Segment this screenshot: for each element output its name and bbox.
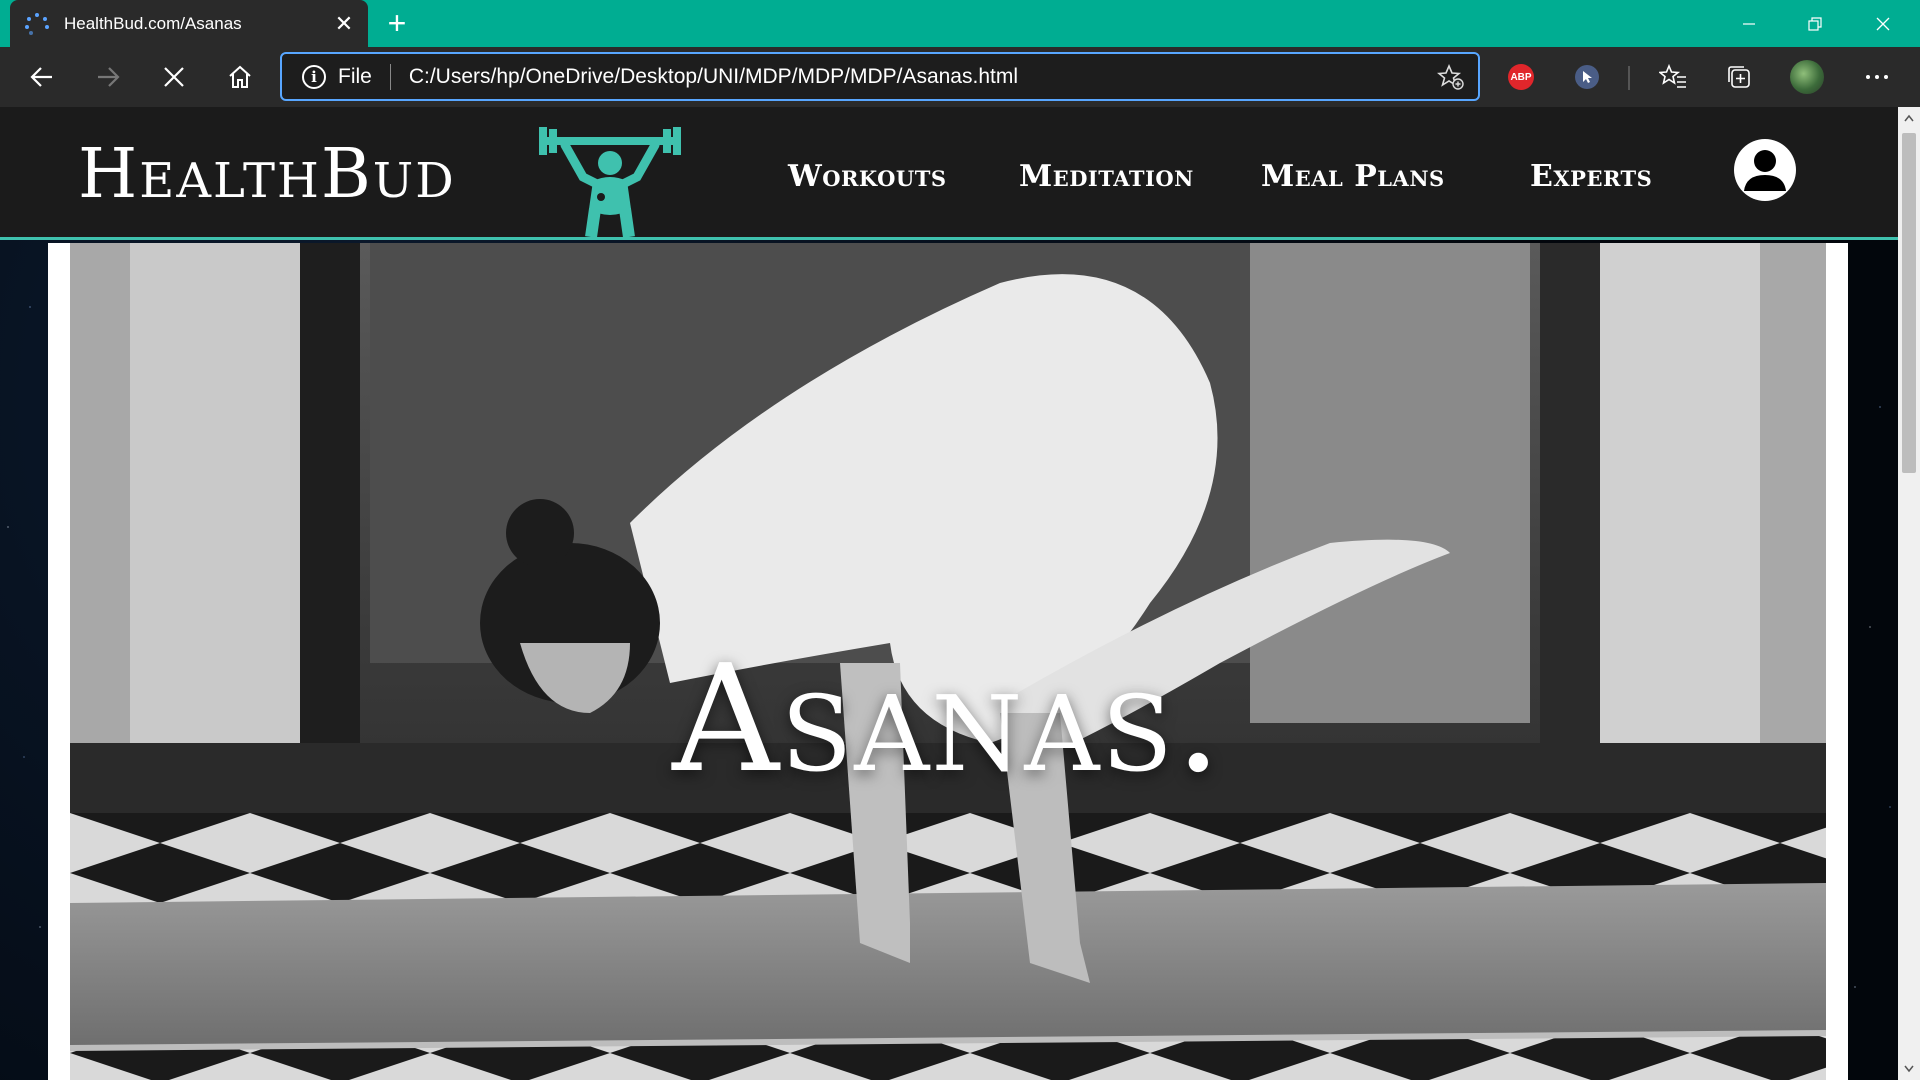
hero-title: Asanas. [672,633,1224,805]
nav-experts[interactable]: Experts [1530,159,1652,194]
minimize-button[interactable] [1716,0,1782,47]
nav-workouts[interactable]: Workouts [788,159,947,194]
toolbar-divider [1628,66,1630,90]
user-account-button[interactable] [1734,139,1796,201]
site-brand[interactable]: HealthBud [78,135,456,214]
cursor-extension-icon [1575,65,1599,89]
loading-favicon-icon [24,11,50,37]
profile-avatar [1790,60,1824,94]
page-scrollbar[interactable] [1898,107,1920,1080]
scroll-down-arrow-icon[interactable] [1898,1058,1920,1080]
settings-more-button[interactable] [1860,60,1894,94]
add-favorite-button[interactable] [1434,60,1468,94]
browser-toolbar: i File C:/Users/hp/OneDrive/Desktop/UNI/… [0,47,1920,107]
address-bar[interactable]: i File C:/Users/hp/OneDrive/Desktop/UNI/… [280,52,1480,101]
home-icon [229,65,251,88]
adblock-extension-button[interactable]: ABP [1504,60,1538,94]
stop-icon [164,67,184,87]
forward-button[interactable] [86,55,130,99]
close-icon [1876,17,1890,30]
site-header: HealthBud Workouts Meditation Meal Plans… [0,107,1898,240]
info-icon[interactable]: i [302,64,326,89]
restore-button[interactable] [1782,0,1848,47]
scrollbar-thumb[interactable] [1902,133,1916,473]
tab-title: HealthBud.com/Asanas [64,13,242,33]
page-viewport: HealthBud Workouts Meditation Meal Plans… [0,107,1898,1080]
hero-section: Asanas. [70,243,1826,1080]
adblock-icon: ABP [1508,64,1534,90]
tab-close-button[interactable]: ✕ [328,8,360,40]
new-tab-button[interactable]: + [380,5,414,41]
address-separator [389,63,391,90]
favorites-icon [1659,63,1686,88]
minimize-icon [1743,22,1755,25]
restore-icon [1808,16,1822,31]
collections-button[interactable] [1722,60,1756,94]
scroll-up-arrow-icon[interactable] [1898,107,1920,129]
browser-tab-bar: HealthBud.com/Asanas ✕ + [0,0,1920,47]
dumbbell-logo-icon[interactable] [535,125,685,237]
forward-icon [98,67,120,87]
browser-tab-active[interactable]: HealthBud.com/Asanas ✕ [10,0,368,47]
window-close-button[interactable] [1850,0,1916,47]
add-favorite-icon [1437,63,1464,90]
nav-meditation[interactable]: Meditation [1019,159,1194,194]
address-url[interactable]: C:/Users/hp/OneDrive/Desktop/UNI/MDP/MDP… [409,65,1434,89]
home-button[interactable] [218,55,262,99]
stop-loading-button[interactable] [152,55,196,99]
back-button[interactable] [20,55,64,99]
more-icon [1866,75,1888,79]
cursor-extension-button[interactable] [1570,60,1604,94]
back-icon [30,67,52,87]
profile-button[interactable] [1790,60,1824,94]
nav-meal-plans[interactable]: Meal Plans [1261,159,1445,194]
favorites-button[interactable] [1656,60,1690,94]
user-icon [1744,150,1786,191]
address-protocol: File [338,64,372,88]
collections-icon [1728,66,1750,88]
